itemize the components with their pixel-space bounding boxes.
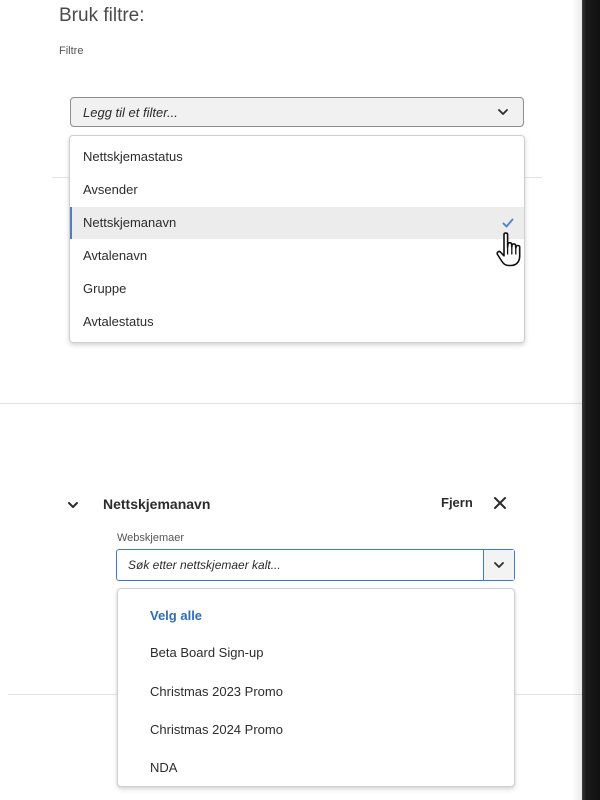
panel-shadow xyxy=(572,0,582,800)
window-edge xyxy=(582,0,600,800)
list-item[interactable]: Christmas 2024 Promo xyxy=(150,722,283,737)
filter-title: Nettskjemanavn xyxy=(103,496,211,512)
checkmark-icon xyxy=(502,218,514,228)
webform-options-list: Velg alle Beta Board Sign-up Christmas 2… xyxy=(117,588,515,787)
webform-search-combobox xyxy=(116,549,515,581)
add-filter-placeholder: Legg til et filter... xyxy=(83,105,178,120)
page-title: Bruk filtre: xyxy=(59,5,145,26)
webforms-field-label: Webskjemaer xyxy=(117,532,185,544)
menu-item-nettskjemanavn[interactable]: Nettskjemanavn xyxy=(70,207,524,239)
menu-item-avtalestatus[interactable]: Avtalestatus xyxy=(70,306,524,338)
close-icon[interactable] xyxy=(493,496,507,510)
menu-item-nettskjemastatus[interactable]: Nettskjemastatus xyxy=(70,141,524,173)
menu-item-avtalenavn[interactable]: Avtalenavn xyxy=(70,240,524,272)
chevron-down-icon[interactable] xyxy=(67,499,79,511)
chevron-down-icon xyxy=(498,109,508,115)
add-filter-select[interactable]: Legg til et filter... xyxy=(70,97,524,127)
menu-item-label: Nettskjemanavn xyxy=(83,215,177,230)
menu-item-label: Nettskjemastatus xyxy=(83,149,183,164)
webform-dropdown-toggle[interactable] xyxy=(483,550,514,580)
active-filter-header: Nettskjemanavn Fjern xyxy=(0,490,582,518)
menu-item-label: Avsender xyxy=(83,182,138,197)
menu-item-label: Avtalenavn xyxy=(83,248,148,263)
list-item[interactable]: NDA xyxy=(150,760,177,775)
menu-item-avsender[interactable]: Avsender xyxy=(70,174,524,206)
hand-cursor-icon xyxy=(496,232,521,267)
webform-search-input[interactable] xyxy=(117,550,483,580)
filters-label: Filtre xyxy=(59,45,84,57)
menu-item-gruppe[interactable]: Gruppe xyxy=(70,273,524,305)
select-all-option[interactable]: Velg alle xyxy=(150,608,202,623)
menu-item-label: Gruppe xyxy=(83,281,127,296)
list-item[interactable]: Beta Board Sign-up xyxy=(150,645,263,660)
filter-panel: Bruk filtre: Filtre Legg til et filter..… xyxy=(0,0,582,800)
divider xyxy=(0,403,582,404)
chevron-down-icon xyxy=(494,562,504,568)
menu-item-label: Avtalestatus xyxy=(83,314,154,329)
filter-dropdown-menu: Nettskjemastatus Avsender Nettskjemanavn… xyxy=(69,135,525,343)
list-item[interactable]: Christmas 2023 Promo xyxy=(150,684,283,699)
remove-filter-button[interactable]: Fjern xyxy=(441,495,473,510)
